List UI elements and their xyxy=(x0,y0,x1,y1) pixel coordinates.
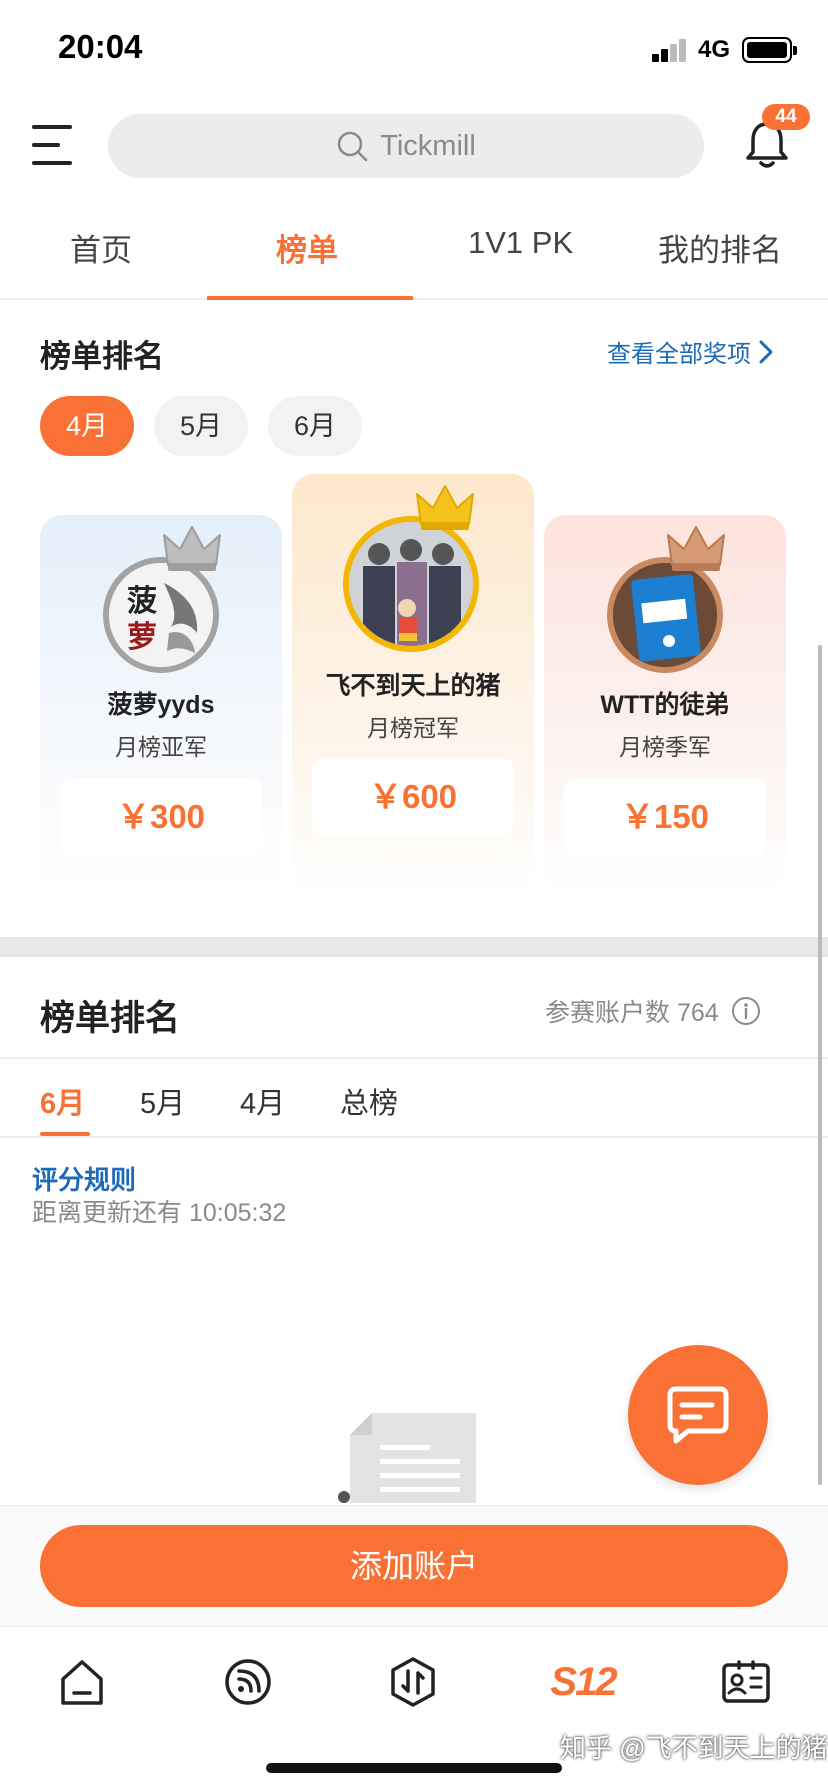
participant-count: 参赛账户数 764 xyxy=(545,993,761,1029)
winner-rank: 月榜冠军 xyxy=(367,715,459,741)
search-bar[interactable]: Tickmill xyxy=(108,114,704,178)
active-tab-indicator xyxy=(207,296,413,300)
winner-card-gold[interactable]: 飞不到天上的猪 月榜冠军 ￥600 xyxy=(292,474,534,895)
winner-card-bronze[interactable]: WTT的徒弟 月榜季军 ￥150 xyxy=(544,515,786,895)
winner-card-silver[interactable]: 菠 萝 菠萝yyds 月榜亚军 ￥300 xyxy=(40,515,282,895)
exchange-icon xyxy=(391,1657,435,1707)
ranking-tab[interactable]: 4月 xyxy=(240,1080,285,1122)
scoring-rules-link[interactable]: 评分规则 xyxy=(32,1160,136,1197)
scrollbar[interactable] xyxy=(818,645,822,1485)
crown-gold-icon xyxy=(416,485,474,530)
winner-name: 飞不到天上的猪 xyxy=(325,672,501,700)
chat-icon xyxy=(667,1386,729,1444)
winner-rank: 月榜亚军 xyxy=(115,734,207,760)
awards-title: 榜单排名 xyxy=(40,339,164,374)
divider xyxy=(0,1136,828,1138)
tab-1v1-pk[interactable]: 1V1 PK xyxy=(468,225,573,261)
view-all-awards-link[interactable]: 查看全部奖项 xyxy=(607,334,773,369)
add-account-button[interactable]: 添加账户 xyxy=(40,1525,788,1607)
section-divider xyxy=(0,937,828,957)
update-countdown: 距离更新还有 10:05:32 xyxy=(32,1199,287,1227)
prize-amount: ￥300 xyxy=(60,778,262,856)
ranking-tab[interactable]: 总榜 xyxy=(340,1080,398,1122)
svg-text:菠: 菠 xyxy=(127,584,157,619)
avatar xyxy=(607,557,723,673)
nav-home[interactable] xyxy=(54,1654,110,1710)
feed-icon xyxy=(225,1659,271,1705)
chat-button[interactable] xyxy=(628,1345,768,1485)
nav-s12[interactable]: S12 xyxy=(548,1654,618,1710)
search-placeholder: Tickmill xyxy=(380,129,476,162)
view-all-label: 查看全部奖项 xyxy=(607,341,751,368)
tab-home[interactable]: 首页 xyxy=(70,225,132,270)
divider xyxy=(0,1057,828,1059)
nav-feed[interactable] xyxy=(220,1654,276,1710)
winner-name: WTT的徒弟 xyxy=(600,691,730,719)
crown-bronze-icon xyxy=(667,526,725,571)
winner-rank: 月榜季军 xyxy=(619,734,711,760)
award-month-pill[interactable]: 5月 xyxy=(154,396,248,456)
battery-icon xyxy=(742,37,797,63)
status-bar: 20:04 4G xyxy=(0,0,828,100)
award-month-pill[interactable]: 4月 xyxy=(40,396,134,456)
ranking-tab[interactable]: 5月 xyxy=(140,1080,185,1122)
info-icon[interactable] xyxy=(731,996,761,1026)
tab-leaderboard[interactable]: 榜单 xyxy=(276,225,338,270)
notification-badge: 44 xyxy=(762,104,810,130)
top-tabs: 首页 榜单 1V1 PK 我的排名 xyxy=(0,205,828,300)
winner-name: 菠萝yyds xyxy=(107,691,215,719)
network-type: 4G xyxy=(698,36,731,63)
status-time: 20:04 xyxy=(58,28,143,65)
prize-amount: ￥600 xyxy=(312,758,514,836)
menu-icon[interactable] xyxy=(32,125,76,165)
search-icon xyxy=(337,131,368,162)
prize-amount: ￥150 xyxy=(564,778,766,856)
avatar xyxy=(343,516,479,652)
chevron-right-icon xyxy=(759,340,773,363)
profile-card-icon xyxy=(722,1660,770,1703)
home-indicator[interactable] xyxy=(266,1763,562,1773)
ranking-tab[interactable]: 6月 xyxy=(40,1080,85,1122)
participant-count-label: 参赛账户数 764 xyxy=(545,999,719,1027)
crown-silver-icon xyxy=(163,526,221,571)
award-month-pill[interactable]: 6月 xyxy=(268,396,362,456)
watermark: 知乎 @飞不到天上的猪 xyxy=(560,1733,828,1763)
signal-icon xyxy=(652,38,688,62)
nav-profile[interactable] xyxy=(718,1654,774,1710)
avatar: 菠 萝 xyxy=(103,557,219,673)
s12-logo: S12 xyxy=(550,1659,617,1704)
tab-my-ranking[interactable]: 我的排名 xyxy=(658,225,782,270)
nav-exchange[interactable] xyxy=(385,1654,441,1710)
home-icon xyxy=(61,1660,103,1705)
svg-text:萝: 萝 xyxy=(127,620,157,655)
empty-state-document-icon xyxy=(338,1413,476,1503)
ranking-title: 榜单排名 xyxy=(40,999,181,1038)
